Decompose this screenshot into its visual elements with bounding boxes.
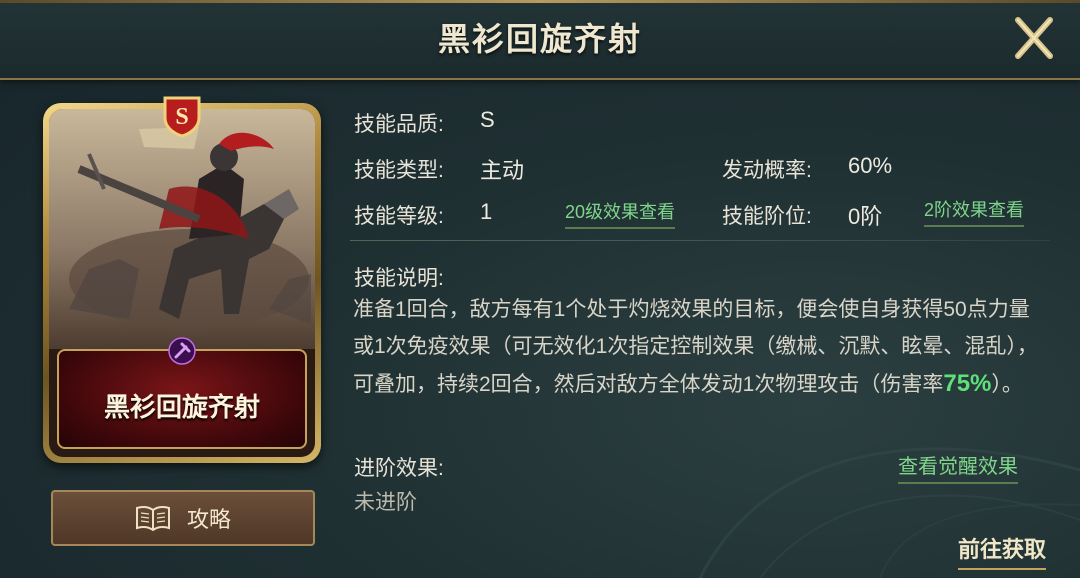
- skill-card: 黑衫回旋齐射: [43, 103, 321, 463]
- skill-card-inner: 黑衫回旋齐射: [49, 109, 315, 457]
- section-divider: [350, 240, 1050, 241]
- description-text-part2: ）。: [991, 373, 1023, 396]
- rate-value: 60%: [848, 153, 893, 178]
- level20-effect-link[interactable]: 20级效果查看: [565, 198, 676, 229]
- guide-button-label: 攻略: [186, 507, 231, 532]
- type-value: 主动: [480, 158, 525, 183]
- book-icon: [135, 505, 170, 532]
- stage2-effect-link[interactable]: 2阶效果查看: [924, 196, 1025, 227]
- stage-label: 技能阶位:: [722, 205, 812, 228]
- faction-hammer-icon: [168, 337, 196, 365]
- description-text-part1: 准备1回合，敌方每有1个处于灼烧效果的目标，便会使自身获得50点力量或1次免疫效…: [353, 298, 1038, 396]
- level-label: 技能等级:: [354, 205, 444, 228]
- dialog-header: 黑衫回旋齐射: [0, 0, 1080, 80]
- advance-value: 未进阶: [354, 491, 417, 514]
- dialog-title: 黑衫回旋齐射: [437, 21, 642, 57]
- level-value: 1: [480, 199, 493, 224]
- awaken-effect-link[interactable]: 查看觉醒效果: [898, 450, 1018, 484]
- rate-label: 发动概率:: [722, 159, 812, 182]
- type-label: 技能类型:: [354, 159, 444, 182]
- quality-label: 技能品质:: [354, 113, 444, 136]
- grade-s-badge-icon: S: [163, 96, 201, 138]
- skill-card-name: 黑衫回旋齐射: [103, 392, 260, 422]
- guide-button[interactable]: 攻略: [51, 490, 315, 546]
- close-icon[interactable]: [1010, 14, 1058, 62]
- svg-text:S: S: [175, 104, 188, 130]
- stage-value: 0阶: [848, 204, 883, 229]
- skill-description: 准备1回合，敌方每有1个处于灼烧效果的目标，便会使自身获得50点力量或1次免疫效…: [353, 291, 1043, 403]
- goto-obtain-link[interactable]: 前往获取: [957, 532, 1046, 570]
- damage-rate-highlight: 75%: [943, 370, 992, 397]
- advance-label: 进阶效果:: [354, 457, 444, 480]
- quality-value: S: [480, 107, 495, 132]
- skill-art-image: [49, 109, 315, 349]
- description-label: 技能说明:: [354, 267, 444, 290]
- skill-card-name-panel: 黑衫回旋齐射: [57, 337, 307, 449]
